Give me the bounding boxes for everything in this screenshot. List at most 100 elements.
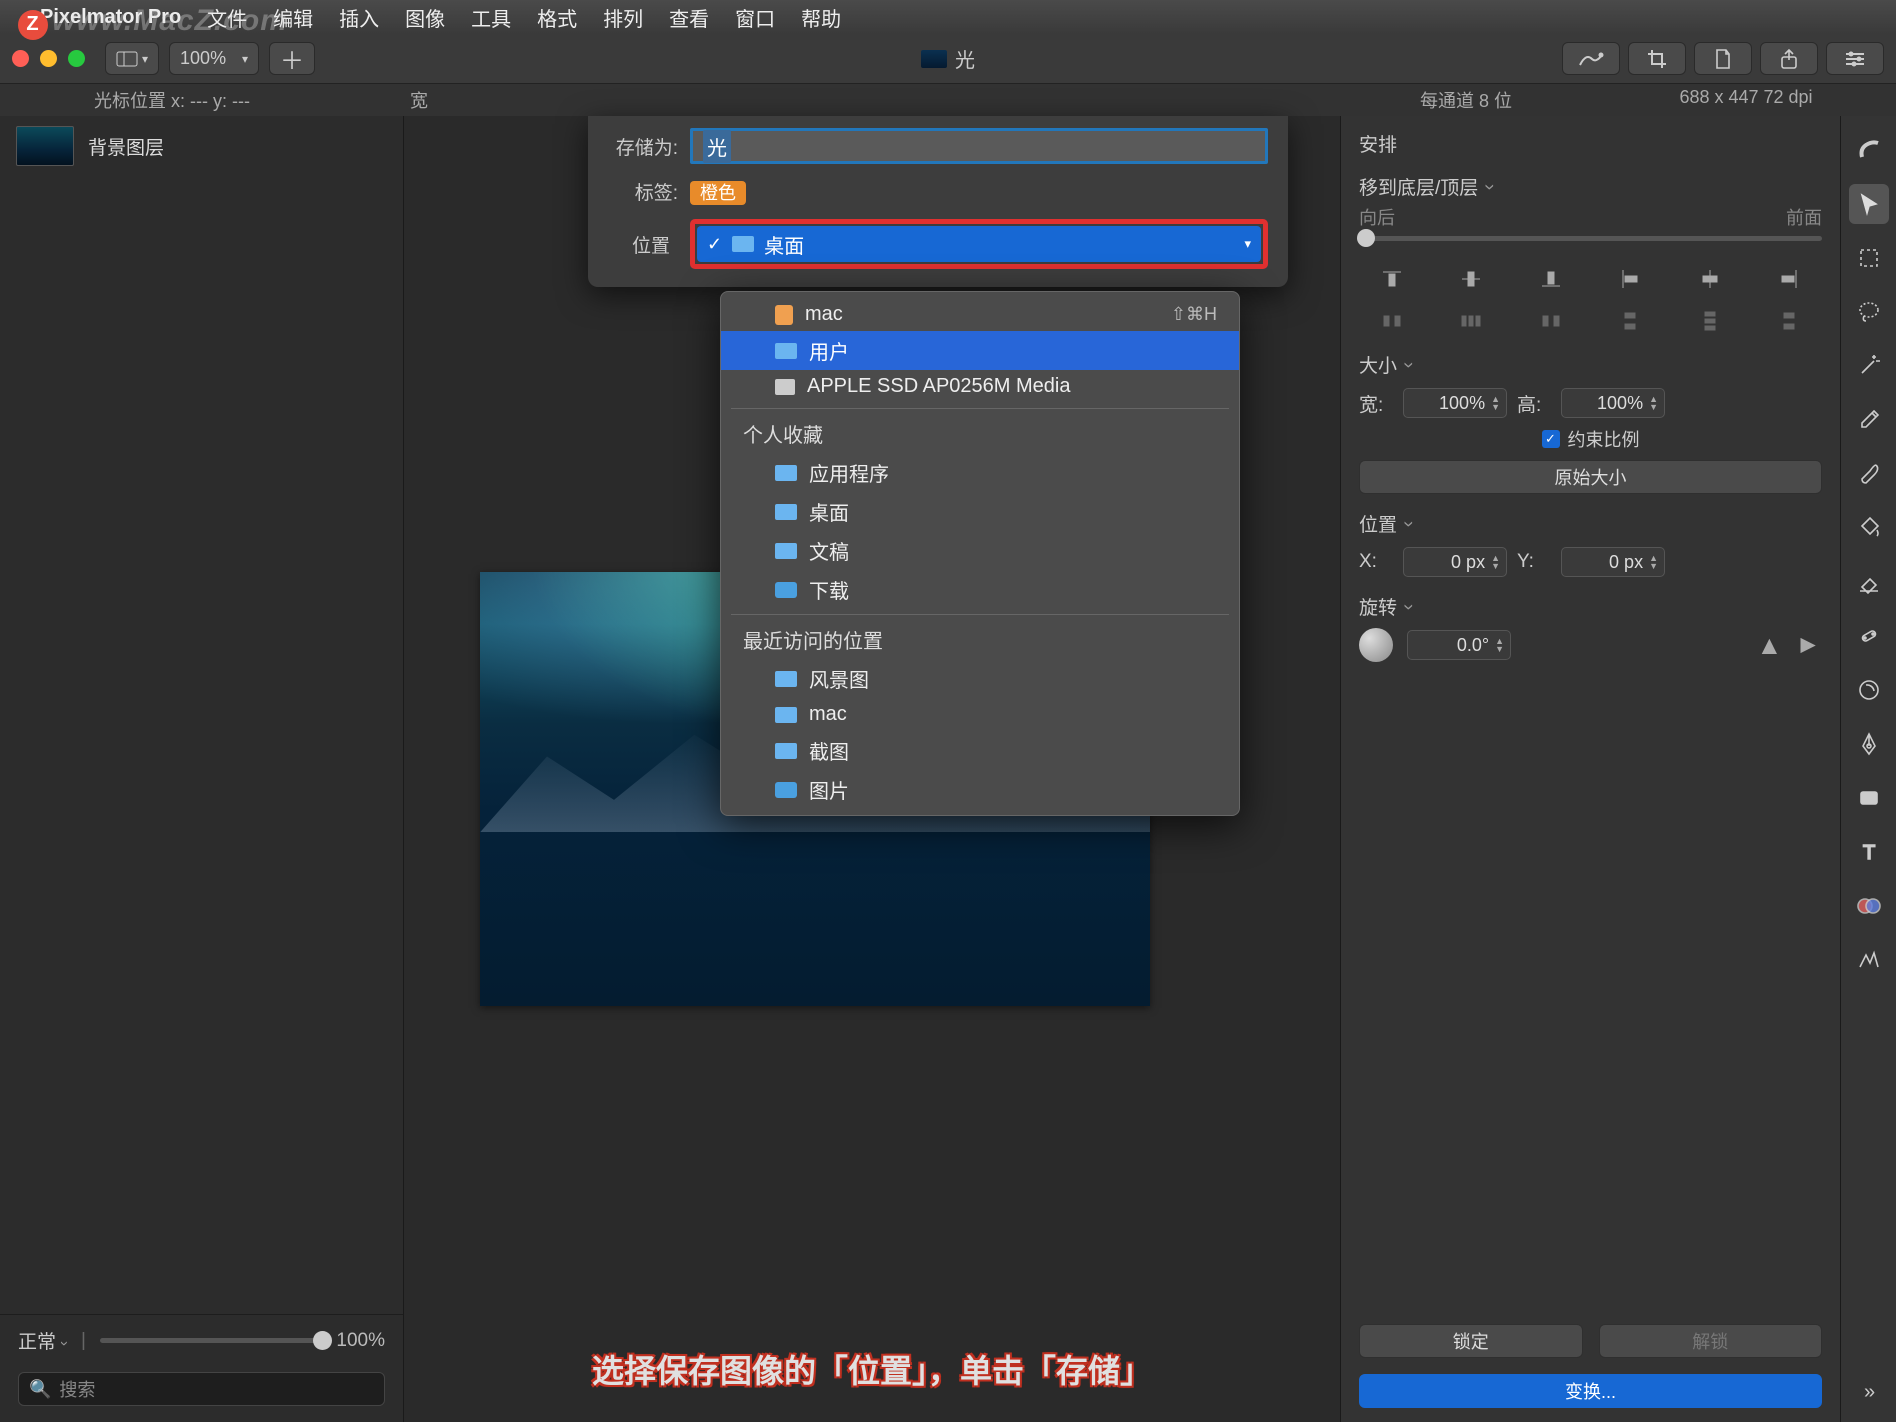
align-top[interactable] bbox=[1359, 265, 1425, 293]
shape-tool[interactable] bbox=[1849, 670, 1889, 710]
menu-tools[interactable]: 工具 bbox=[471, 3, 511, 32]
text-tool[interactable]: T bbox=[1849, 832, 1889, 872]
distribute-h3[interactable] bbox=[1518, 307, 1584, 335]
sidebar-toggle-button[interactable]: ▾ bbox=[105, 42, 159, 75]
brush-tool[interactable] bbox=[1849, 454, 1889, 494]
distribute-h2[interactable] bbox=[1439, 307, 1505, 335]
width-stepper[interactable]: 100%▲▼ bbox=[1403, 388, 1507, 418]
rotate-section-label[interactable]: 旋转 bbox=[1359, 593, 1822, 620]
distribute-v2[interactable] bbox=[1677, 307, 1743, 335]
dropdown-item-scenery[interactable]: 风景图 bbox=[721, 659, 1239, 698]
layer-order-slider[interactable] bbox=[1359, 236, 1822, 241]
zoom-dropdown[interactable]: 100%▾ bbox=[169, 42, 259, 75]
minimize-window-button[interactable] bbox=[40, 50, 57, 67]
lasso-tool[interactable] bbox=[1849, 292, 1889, 332]
dropdown-header-favorites: 个人收藏 bbox=[721, 414, 1239, 453]
dropdown-item-documents[interactable]: 文稿 bbox=[721, 531, 1239, 570]
width-label: 宽: bbox=[1359, 390, 1393, 417]
color-adjust-button[interactable] bbox=[1562, 42, 1620, 75]
cursor-position: 光标位置 x: --- y: --- bbox=[10, 87, 410, 113]
tool-strip: T » bbox=[1840, 116, 1896, 1422]
folder-icon bbox=[775, 504, 797, 520]
distribute-h1[interactable] bbox=[1359, 307, 1425, 335]
window-controls bbox=[12, 50, 85, 67]
transform-button[interactable]: 变换... bbox=[1359, 1374, 1822, 1408]
folder-icon bbox=[775, 743, 797, 759]
flip-horizontal-button[interactable]: ▲ bbox=[1757, 630, 1783, 661]
menu-arrange[interactable]: 排列 bbox=[603, 3, 643, 32]
dropdown-item-screenshots[interactable]: 截图 bbox=[721, 731, 1239, 770]
save-as-input[interactable]: 光 bbox=[690, 128, 1268, 164]
dropdown-item-users[interactable]: 用户 bbox=[721, 331, 1239, 370]
blend-mode-dropdown[interactable]: 正常 bbox=[18, 1327, 67, 1354]
document-button[interactable] bbox=[1694, 42, 1752, 75]
menu-insert[interactable]: 插入 bbox=[339, 3, 379, 32]
eraser-tool[interactable] bbox=[1849, 562, 1889, 602]
dropdown-item-applications[interactable]: 应用程序 bbox=[721, 453, 1239, 492]
dropdown-item-desktop[interactable]: 桌面 bbox=[721, 492, 1239, 531]
dropdown-item-downloads[interactable]: 下载 bbox=[721, 570, 1239, 609]
magic-wand-tool[interactable] bbox=[1849, 346, 1889, 386]
fill-tool[interactable] bbox=[1849, 508, 1889, 548]
save-as-label: 存储为: bbox=[608, 133, 678, 160]
size-section-label[interactable]: 大小 bbox=[1359, 351, 1822, 378]
eyedropper-tool[interactable] bbox=[1849, 400, 1889, 440]
distribute-v1[interactable] bbox=[1598, 307, 1664, 335]
x-label: X: bbox=[1359, 551, 1393, 573]
dropdown-item-mac[interactable]: mac⇧⌘H bbox=[721, 298, 1239, 331]
layer-item[interactable]: 背景图层 bbox=[0, 116, 403, 176]
menu-view[interactable]: 查看 bbox=[669, 3, 709, 32]
panel-toggle-button[interactable] bbox=[1826, 42, 1884, 75]
original-size-button[interactable]: 原始大小 bbox=[1359, 460, 1822, 494]
repair-tool[interactable] bbox=[1849, 616, 1889, 656]
menu-format[interactable]: 格式 bbox=[537, 3, 577, 32]
align-hcenter[interactable] bbox=[1677, 265, 1743, 293]
move-layer-label[interactable]: 移到底层/顶层 bbox=[1359, 173, 1822, 200]
align-bottom[interactable] bbox=[1518, 265, 1584, 293]
menu-window[interactable]: 窗口 bbox=[735, 3, 775, 32]
unlock-button[interactable]: 解锁 bbox=[1599, 1324, 1823, 1358]
rotation-dial[interactable] bbox=[1359, 628, 1393, 662]
location-dropdown[interactable]: ✓ 桌面 ▾ bbox=[697, 226, 1261, 262]
y-label: Y: bbox=[1517, 551, 1551, 573]
y-stepper[interactable]: 0 px▲▼ bbox=[1561, 547, 1665, 577]
marquee-tool[interactable] bbox=[1849, 238, 1889, 278]
document-thumb-icon bbox=[921, 50, 947, 68]
lock-button[interactable]: 锁定 bbox=[1359, 1324, 1583, 1358]
style-tool[interactable] bbox=[1849, 130, 1889, 170]
add-button[interactable]: ＋ bbox=[269, 42, 315, 75]
dropdown-item-ssd[interactable]: APPLE SSD AP0256M Media bbox=[721, 370, 1239, 403]
hdd-icon bbox=[775, 379, 795, 395]
more-tools-button[interactable]: » bbox=[1849, 1372, 1889, 1412]
zoom-window-button[interactable] bbox=[68, 50, 85, 67]
x-stepper[interactable]: 0 px▲▼ bbox=[1403, 547, 1507, 577]
tag-value[interactable]: 橙色 bbox=[690, 181, 746, 205]
folder-icon bbox=[732, 236, 754, 252]
bits-per-channel: 每通道 8 位 bbox=[1326, 87, 1606, 113]
height-stepper[interactable]: 100%▲▼ bbox=[1561, 388, 1665, 418]
align-left[interactable] bbox=[1598, 265, 1664, 293]
menu-image[interactable]: 图像 bbox=[405, 3, 445, 32]
pen-tool[interactable] bbox=[1849, 724, 1889, 764]
menu-help[interactable]: 帮助 bbox=[801, 3, 841, 32]
dropdown-item-pictures[interactable]: 图片 bbox=[721, 770, 1239, 809]
canvas-area[interactable]: 存储为: 光 标签: 橙色 位置 ✓ 桌面 ▾ bbox=[404, 116, 1340, 1422]
effects-tool[interactable] bbox=[1849, 940, 1889, 980]
opacity-slider[interactable]: 100% bbox=[100, 1330, 385, 1352]
distribute-v3[interactable] bbox=[1757, 307, 1823, 335]
rectangle-tool[interactable] bbox=[1849, 778, 1889, 818]
position-section-label[interactable]: 位置 bbox=[1359, 510, 1822, 537]
rotation-stepper[interactable]: 0.0°▲▼ bbox=[1407, 630, 1511, 660]
flip-vertical-button[interactable]: ▲ bbox=[1794, 632, 1825, 658]
folder-icon bbox=[775, 543, 797, 559]
dropdown-item-mac-recent[interactable]: mac bbox=[721, 698, 1239, 731]
crop-button[interactable] bbox=[1628, 42, 1686, 75]
color-tool[interactable] bbox=[1849, 886, 1889, 926]
align-vcenter[interactable] bbox=[1439, 265, 1505, 293]
layer-search-input[interactable]: 🔍 搜索 bbox=[18, 1372, 385, 1406]
share-button[interactable] bbox=[1760, 42, 1818, 75]
constrain-checkbox-row[interactable]: ✓约束比例 bbox=[1359, 426, 1822, 452]
arrange-tool[interactable] bbox=[1849, 184, 1889, 224]
align-right[interactable] bbox=[1757, 265, 1823, 293]
close-window-button[interactable] bbox=[12, 50, 29, 67]
